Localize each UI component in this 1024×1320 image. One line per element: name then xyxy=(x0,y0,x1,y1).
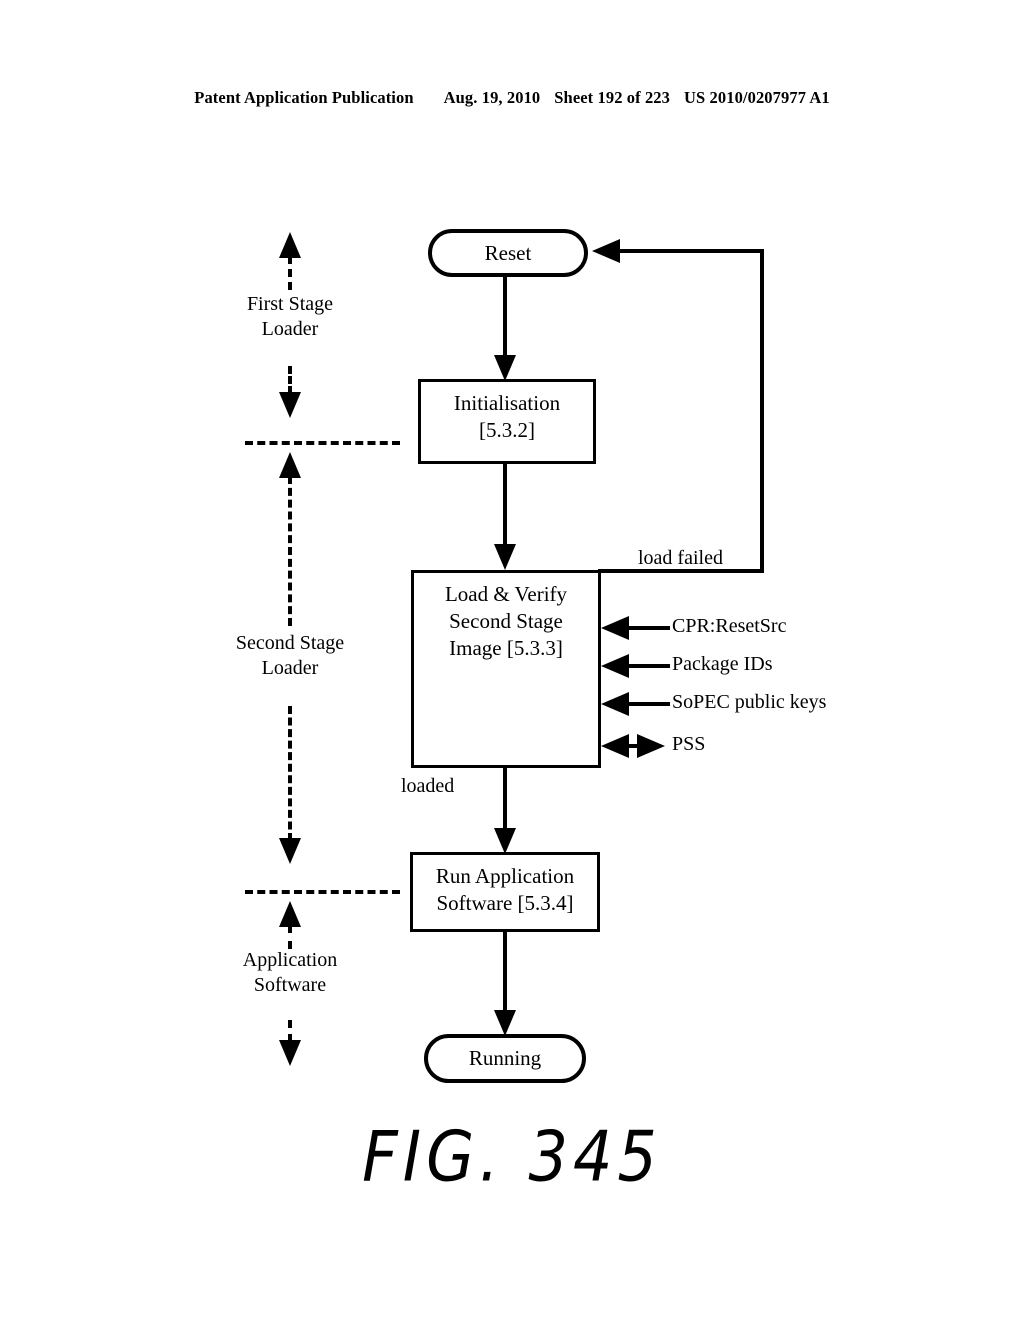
node-initialisation-line1: Initialisation xyxy=(453,391,561,415)
patent-figure-page: Patent Application Publication Aug. 19, 2… xyxy=(0,0,1024,1320)
node-initialisation-line2: [5.3.2] xyxy=(479,417,535,442)
node-run-application-line2: Software [5.3.4] xyxy=(436,890,574,915)
edge-load-failed-segment-right xyxy=(760,249,764,573)
input-arrowhead-pss-right xyxy=(637,734,665,758)
header-date: Aug. 19, 2010 xyxy=(443,88,541,107)
edge-label-load-failed: load failed xyxy=(638,547,723,569)
application-up-arrowhead xyxy=(279,901,301,927)
lane-divider-second-application xyxy=(245,890,400,894)
edge-load-to-run-application xyxy=(503,766,507,836)
edge-reset-to-initialisation xyxy=(503,277,507,359)
first-stage-up-arrowhead xyxy=(279,232,301,258)
application-down-arrowhead xyxy=(279,1040,301,1066)
node-running-label: Running xyxy=(468,1046,542,1070)
edge-load-to-run-arrowhead xyxy=(494,828,516,854)
first-stage-spine-lower xyxy=(288,366,292,394)
input-arrowhead-pss-left xyxy=(601,734,629,758)
input-label-pss: PSS xyxy=(672,733,706,755)
node-load-verify-line1: Load & Verify xyxy=(444,582,568,606)
node-reset[interactable]: Reset xyxy=(428,229,588,277)
node-initialisation[interactable]: Initialisation [5.3.2] xyxy=(418,379,596,464)
input-label-package-ids: Package IDs xyxy=(672,653,773,675)
second-stage-spine-upper xyxy=(288,476,292,626)
input-arrowhead-cpr-resetsrc xyxy=(601,616,629,640)
second-stage-up-arrowhead xyxy=(279,452,301,478)
node-run-application-software[interactable]: Run Application Software [5.3.4] xyxy=(410,852,600,932)
second-stage-down-arrowhead xyxy=(279,838,301,864)
edge-load-failed-arrowhead xyxy=(592,239,620,263)
lane-divider-first-second xyxy=(245,441,400,445)
input-arrowhead-sopec-public-keys xyxy=(601,692,629,716)
edge-initialisation-to-load-arrowhead xyxy=(494,544,516,570)
edge-reset-to-initialisation-arrowhead xyxy=(494,355,516,381)
input-line-sopec-public-keys xyxy=(625,702,670,706)
application-spine-upper xyxy=(288,925,292,949)
node-reset-label: Reset xyxy=(484,240,532,265)
first-stage-down-arrowhead xyxy=(279,392,301,418)
node-load-verify-second-stage-image[interactable]: Load & Verify Second Stage Image [5.3.3] xyxy=(411,570,601,768)
node-run-application-line1: Run Application xyxy=(435,864,575,888)
node-load-verify-line2: Second Stage xyxy=(449,608,563,633)
first-stage-spine-upper xyxy=(288,256,292,290)
application-spine-lower xyxy=(288,1020,292,1042)
input-label-cpr-resetsrc: CPR:ResetSrc xyxy=(672,615,787,637)
second-stage-spine-lower xyxy=(288,706,292,841)
input-arrowhead-package-ids xyxy=(601,654,629,678)
header-publication: Patent Application Publication xyxy=(194,88,414,107)
header-sheet: Sheet 192 of 223 xyxy=(554,88,670,107)
stage-label-second-stage-loader: Second Stage Loader xyxy=(235,632,345,679)
node-load-verify-line3: Image [5.3.3] xyxy=(449,635,563,660)
edge-label-loaded: loaded xyxy=(401,775,455,797)
node-running[interactable]: Running xyxy=(424,1034,586,1083)
stage-label-application-software: Application Software xyxy=(242,949,338,996)
page-header: Patent Application Publication Aug. 19, 2… xyxy=(0,88,1024,108)
edge-initialisation-to-load xyxy=(503,464,507,548)
stage-label-first-stage-loader: First Stage Loader xyxy=(246,293,334,340)
input-label-sopec-public-keys: SoPEC public keys xyxy=(672,691,827,713)
figure-caption: FIG. 345 xyxy=(362,1115,662,1198)
edge-load-failed-segment-top xyxy=(604,249,764,253)
header-patent-number: US 2010/0207977 A1 xyxy=(684,88,830,107)
input-line-package-ids xyxy=(625,664,670,668)
input-line-cpr-resetsrc xyxy=(625,626,670,630)
edge-run-to-running xyxy=(503,932,507,1014)
edge-run-to-running-arrowhead xyxy=(494,1010,516,1036)
